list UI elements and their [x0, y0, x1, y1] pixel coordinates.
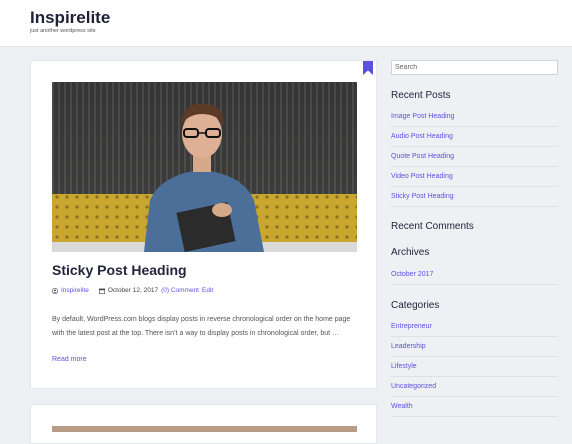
recent-post-item[interactable]: Audio Post Heading	[391, 127, 558, 147]
post-featured-image-next[interactable]	[52, 426, 357, 432]
post-card: Sticky Post Heading Inspirelite October …	[30, 60, 377, 389]
recent-posts-title: Recent Posts	[391, 90, 451, 101]
category-item[interactable]: Leadership	[391, 337, 558, 357]
archives-list: October 2017	[391, 265, 558, 285]
site-title[interactable]: Inspirelite	[30, 8, 110, 28]
recent-posts-list: Image Post Heading Audio Post Heading Qu…	[391, 107, 558, 207]
post-image-illustration	[52, 82, 357, 252]
search-input[interactable]	[391, 60, 558, 75]
recent-post-item[interactable]: Video Post Heading	[391, 167, 558, 187]
post-card-next	[30, 404, 377, 444]
post-excerpt: By default, WordPress.com blogs display …	[52, 316, 351, 337]
post-date: October 12, 2017	[107, 287, 159, 294]
site-header: Inspirelite just another wordpress site	[0, 0, 572, 47]
post-edit-link[interactable]: Edit	[202, 287, 213, 294]
user-icon	[52, 287, 58, 294]
category-item[interactable]: Entrepreneur	[391, 317, 558, 337]
read-more-link[interactable]: Read more	[52, 356, 87, 363]
post-meta: Inspirelite October 12, 2017 (0) Comment…	[52, 287, 213, 294]
calendar-icon	[98, 288, 105, 294]
recent-post-item[interactable]: Image Post Heading	[391, 107, 558, 127]
recent-post-item[interactable]: Sticky Post Heading	[391, 187, 558, 207]
categories-title: Categories	[391, 300, 440, 311]
post-author-link[interactable]: Inspirelite	[61, 287, 89, 294]
archive-item[interactable]: October 2017	[391, 265, 558, 285]
category-item[interactable]: Lifestyle	[391, 357, 558, 377]
archives-title: Archives	[391, 247, 430, 258]
post-featured-image[interactable]	[52, 82, 357, 252]
categories-list: Entrepreneur Leadership Lifestyle Uncate…	[391, 317, 558, 417]
post-comments-link[interactable]: (0) Comment	[161, 287, 199, 294]
recent-comments-title: Recent Comments	[391, 221, 474, 232]
bookmark-icon	[363, 61, 373, 75]
recent-post-item[interactable]: Quote Post Heading	[391, 147, 558, 167]
post-title[interactable]: Sticky Post Heading	[52, 262, 187, 278]
category-item[interactable]: Uncategorized	[391, 377, 558, 397]
category-item[interactable]: Wealth	[391, 397, 558, 417]
site-description: just another wordpress site	[30, 28, 96, 34]
